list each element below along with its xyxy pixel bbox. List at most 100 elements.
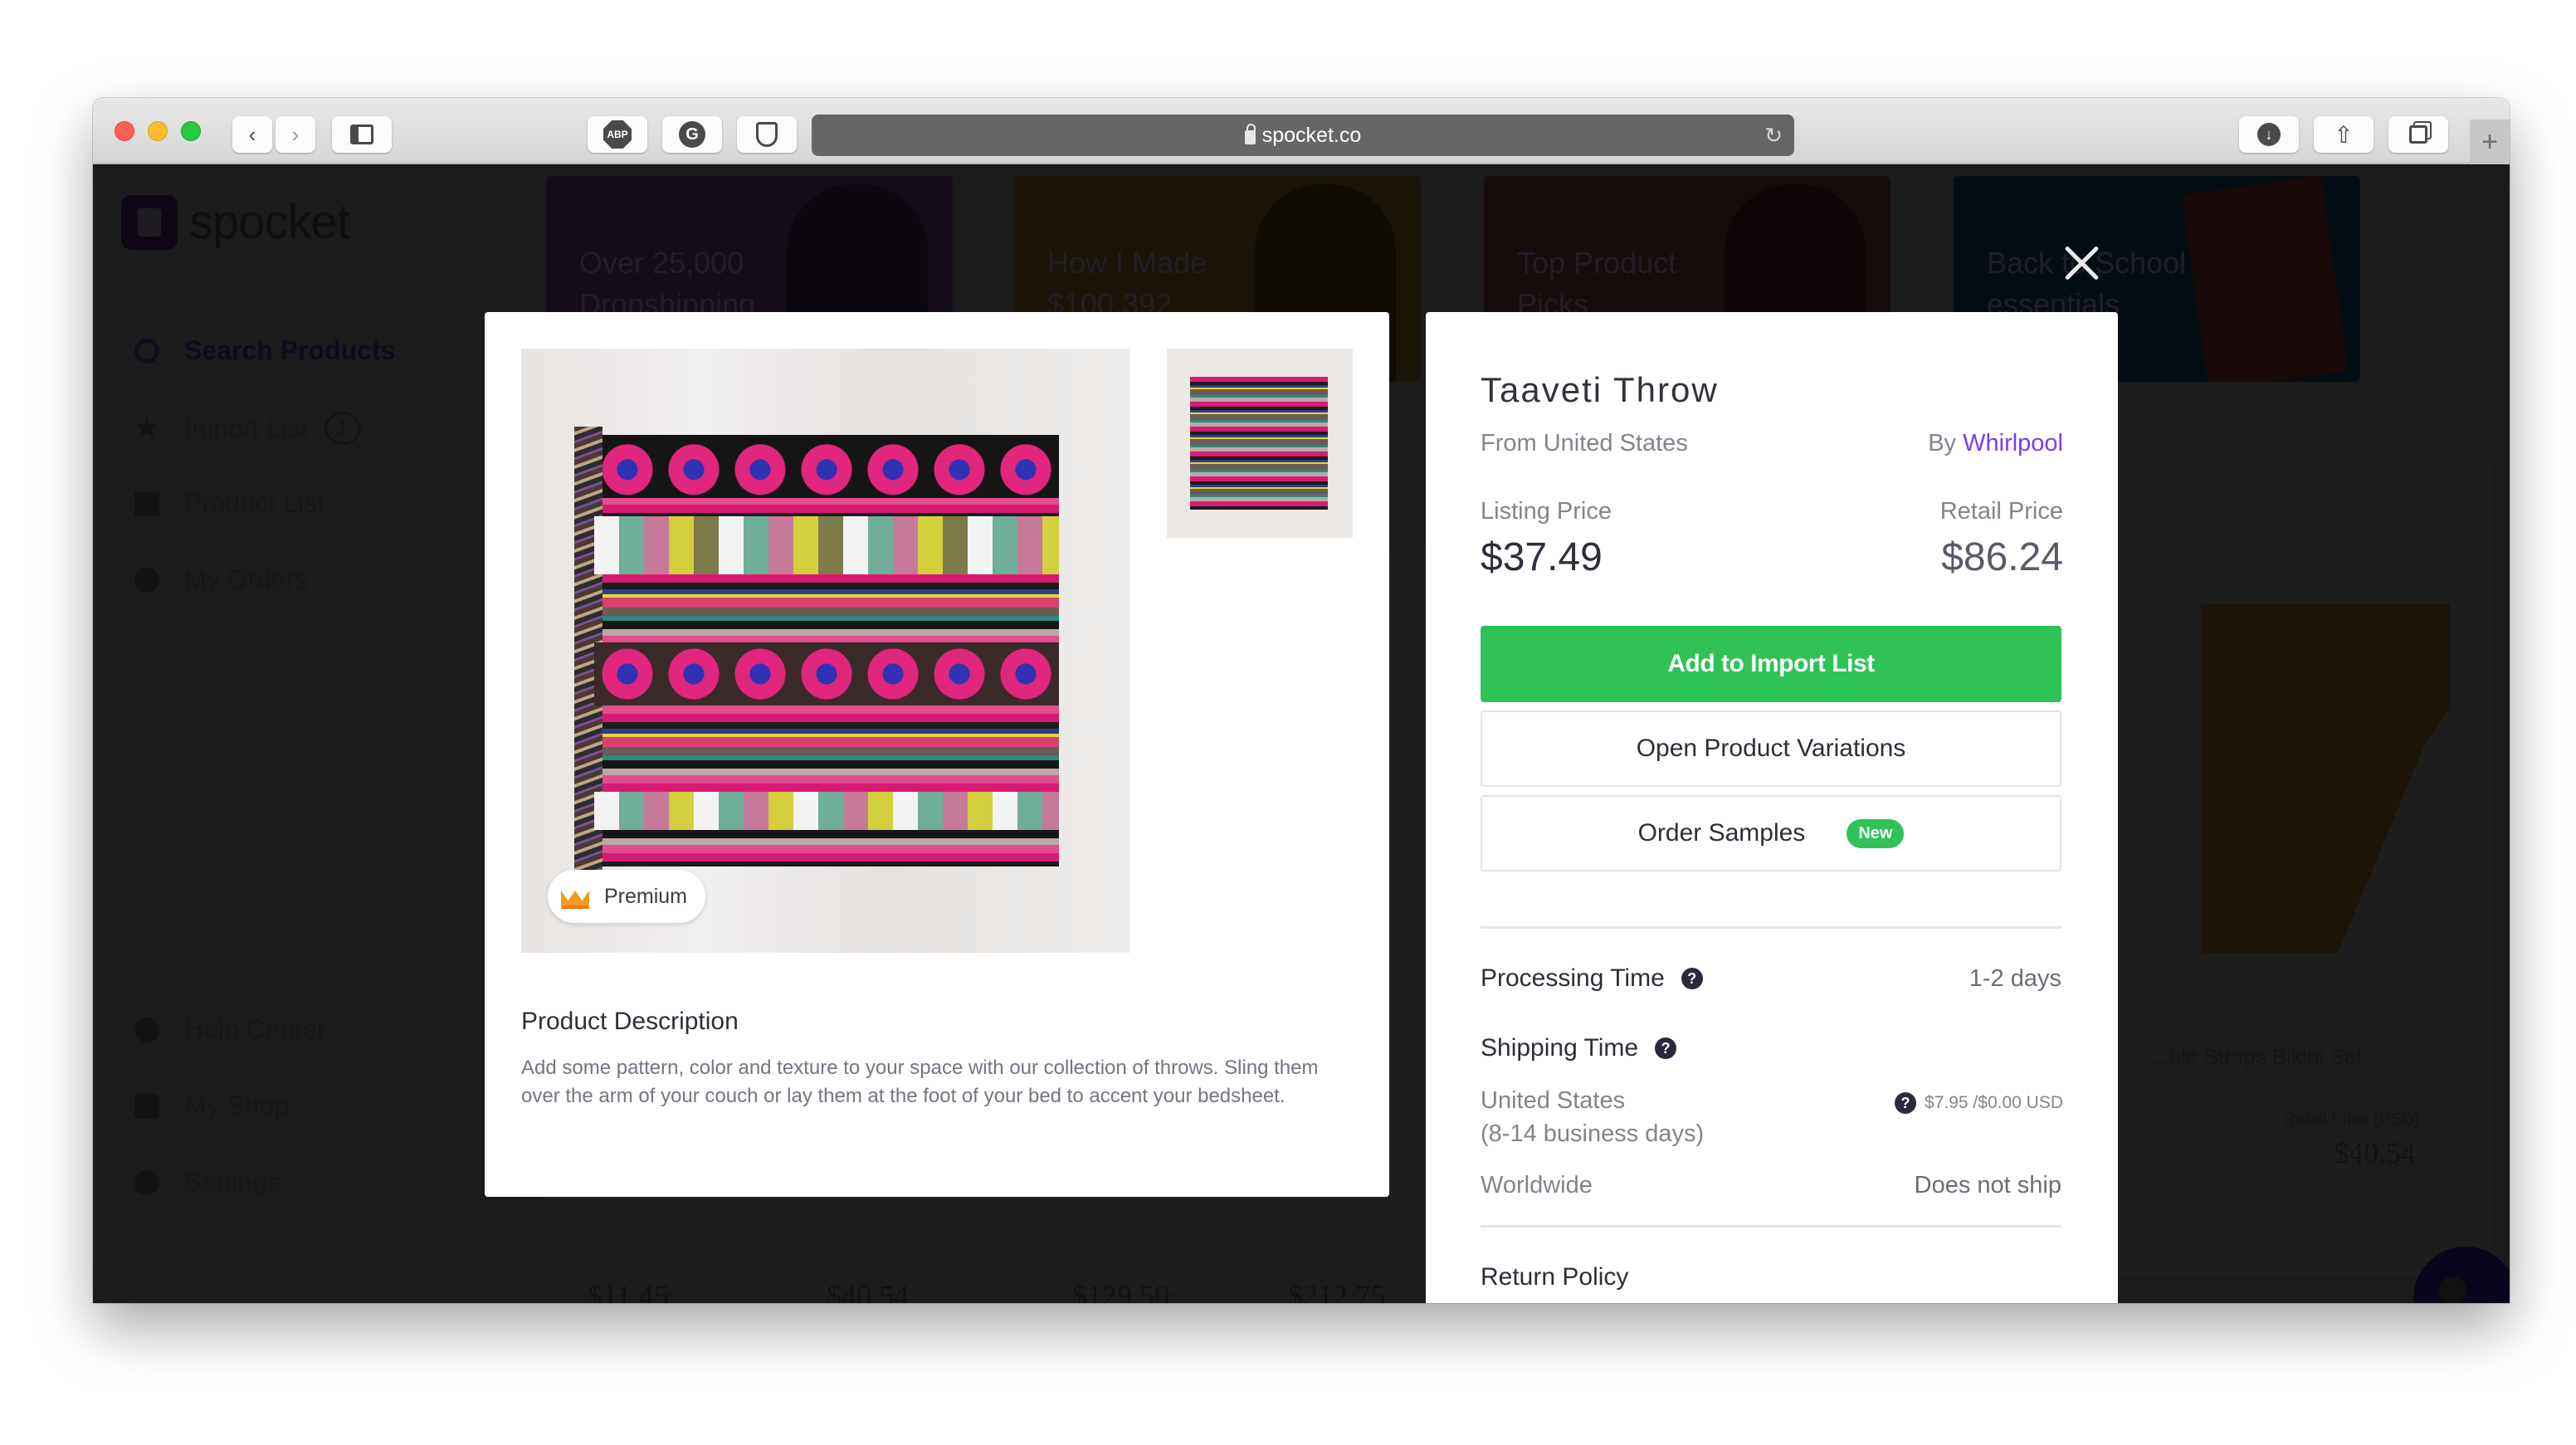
close-window-button[interactable]	[115, 121, 134, 141]
chat-icon	[2438, 1277, 2466, 1303]
retail-price-label: Retail Price	[1939, 498, 2063, 525]
adblock-icon: ABP	[603, 120, 632, 149]
tab-overview-button[interactable]	[2388, 116, 2448, 153]
shield-icon	[756, 122, 778, 147]
back-button[interactable]: ‹	[232, 116, 272, 153]
sidebar-icon	[350, 124, 373, 144]
divider	[1481, 1225, 2061, 1228]
product-origin: From United States	[1481, 430, 1688, 456]
spocket-logo-icon	[121, 194, 178, 250]
product-thumbnail	[2201, 604, 2450, 953]
new-badge: New	[1847, 818, 1905, 848]
shipping-time-row: Shipping Time?	[1481, 1034, 2061, 1062]
shipping-cost-value: $7.95 /$0.00 USD	[1925, 1093, 2063, 1112]
sidebar-item-label: My Shop	[184, 1091, 290, 1120]
product-card[interactable]: ...ble Straps Bikini Set Retail Price (U…	[2118, 463, 2491, 1277]
address-bar[interactable]: spocket.co ↻	[812, 115, 1794, 156]
crown-icon	[561, 884, 589, 909]
zoom-window-button[interactable]	[181, 121, 201, 141]
description-text: Add some pattern, color and texture to y…	[521, 1057, 1319, 1107]
banner-image	[2181, 176, 2349, 382]
privacy-extension-button[interactable]	[737, 116, 797, 153]
back-icon: ‹	[248, 121, 256, 147]
product-thumbnail[interactable]	[1167, 349, 1353, 538]
grammarly-icon: G	[679, 121, 705, 148]
processing-time-value: 1-2 days	[1969, 964, 2061, 992]
grammarly-button[interactable]: G	[662, 116, 722, 153]
sidebar-item-my-shop[interactable]: My Shop	[134, 1091, 289, 1121]
import-count-badge: 1	[324, 412, 362, 445]
supplier-link[interactable]: Whirlpool	[1963, 430, 2063, 456]
sidebar-toggle-button[interactable]	[332, 116, 392, 153]
new-tab-icon: +	[2481, 125, 2498, 158]
help-icon[interactable]: ?	[1655, 1037, 1677, 1059]
sidebar-item-label: Settings	[184, 1167, 281, 1197]
downloads-button[interactable]: ↓	[2239, 116, 2299, 153]
reload-icon[interactable]: ↻	[1764, 123, 1783, 149]
shipping-worldwide-value: Does not ship	[1914, 1172, 2061, 1198]
shipping-us: United States (8-14 business days)	[1481, 1084, 1704, 1150]
search-icon	[134, 338, 159, 364]
help-icon[interactable]: ?	[1895, 1092, 1917, 1114]
product-modal-gallery: Premium Product Description Add some pat…	[485, 312, 1389, 1197]
card-listing-price: $11.45	[588, 1279, 669, 1303]
price-labels: Listing Price Retail Price	[1481, 498, 2063, 525]
shop-icon	[134, 1093, 159, 1119]
thumbnail-photo	[1190, 377, 1328, 510]
list-icon	[134, 491, 159, 516]
product-title: Taaveti Throw	[1481, 370, 1719, 409]
close-modal-button[interactable]	[2056, 237, 2106, 287]
sidebar-item-search-products[interactable]: Search Products	[134, 335, 395, 366]
product-main-image[interactable]: Premium	[521, 349, 1130, 953]
shipping-time-label: Shipping Time	[1481, 1034, 1639, 1062]
sidebar-item-my-orders[interactable]: My Orders	[134, 564, 308, 595]
minimize-window-button[interactable]	[148, 121, 168, 141]
adblock-button[interactable]: ABP	[588, 116, 647, 153]
sidebar-item-import-list[interactable]: Import List 1	[134, 412, 362, 445]
sidebar-item-label: Help Center	[184, 1014, 326, 1044]
by-label: By	[1928, 430, 1957, 456]
supplier-info: By Whirlpool	[1928, 430, 2063, 457]
retail-price: $86.24	[1941, 535, 2063, 579]
url-text: spocket.co	[1261, 123, 1362, 147]
card-title: ...ble Straps Bikini Set	[2151, 1044, 2363, 1069]
tabs-icon	[2409, 125, 2427, 144]
new-tab-button[interactable]: +	[2470, 120, 2510, 164]
spocket-logo[interactable]: spocket	[121, 194, 350, 250]
share-button[interactable]: ⇧	[2314, 116, 2374, 153]
tag-icon	[134, 567, 159, 593]
star-icon	[134, 416, 159, 439]
order-samples-button[interactable]: Order Samples New	[1481, 795, 2061, 871]
sidebar-item-product-list[interactable]: Product List	[134, 488, 324, 519]
sidebar-item-label: Import List	[184, 413, 309, 443]
order-samples-label: Order Samples	[1637, 819, 1806, 847]
share-icon: ⇧	[2334, 121, 2354, 148]
description-heading: Product Description	[521, 1008, 739, 1035]
card-retail-price: $212.75	[1288, 1279, 1385, 1303]
product-photo	[574, 427, 1059, 875]
lock-icon	[1244, 123, 1256, 144]
card-listing-price: $129.50	[1072, 1279, 1169, 1303]
help-icon[interactable]: ?	[1681, 968, 1703, 989]
add-to-import-list-button[interactable]: Add to Import List	[1481, 626, 2061, 702]
shipping-region: Worldwide	[1481, 1172, 1593, 1198]
open-product-variations-button[interactable]: Open Product Variations	[1481, 710, 2061, 787]
card-retail-price: $40.54	[827, 1279, 909, 1303]
processing-time-row: Processing Time? 1-2 days	[1481, 964, 2061, 993]
browser-toolbar: ‹ › ABP G spocket.co ↻ ↓ ⇧ +	[93, 98, 2510, 164]
sidebar-item-help-center[interactable]: Help Center	[134, 1014, 326, 1045]
card-retail-price: $40.54	[2334, 1136, 2416, 1169]
premium-badge: Premium	[548, 870, 706, 923]
sidebar-item-label: Product List	[184, 488, 324, 518]
card-retail-label: Retail Price (USD)	[2284, 1111, 2420, 1129]
premium-label: Premium	[604, 884, 688, 908]
logo-text: spocket	[189, 195, 350, 249]
product-origin-row: From United States By Whirlpool	[1481, 430, 2063, 457]
divider	[1481, 926, 2061, 929]
gear-icon	[134, 1169, 159, 1195]
forward-button[interactable]: ›	[276, 116, 315, 153]
sidebar-item-settings[interactable]: Settings	[134, 1167, 281, 1198]
sidebar-item-label: My Orders	[184, 564, 309, 594]
return-policy-label: Return Policy	[1481, 1263, 1629, 1291]
modal-details-continued: Return Policy	[1426, 1205, 2118, 1303]
